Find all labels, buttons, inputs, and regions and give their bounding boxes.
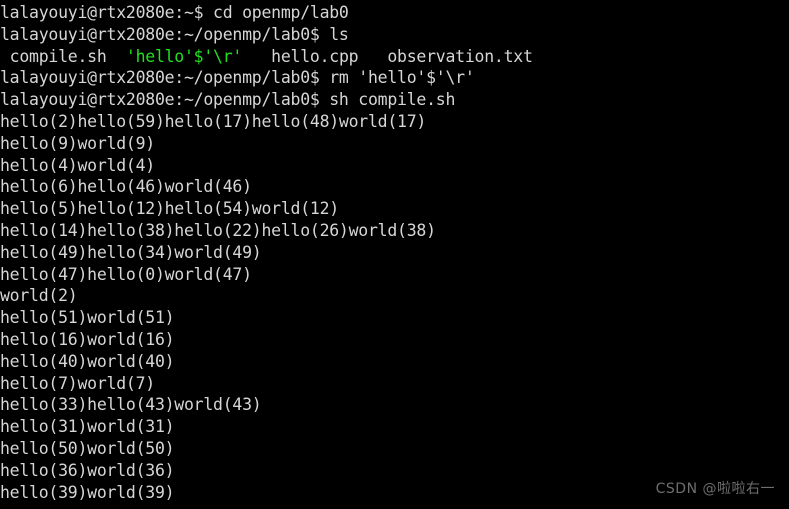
csdn-watermark: CSDN @啦啦右一 <box>655 481 775 498</box>
terminal-line-text: hello(16)world(16) <box>0 329 175 349</box>
terminal-line: compile.sh 'hello'$'\r' hello.cpp observ… <box>0 46 789 68</box>
terminal-line: hello(33)hello(43)world(43) <box>0 394 789 416</box>
terminal-line: hello(50)world(50) <box>0 438 789 460</box>
terminal-line: world(2) <box>0 285 789 307</box>
terminal-line: hello(40)world(40) <box>0 351 789 373</box>
terminal-line: hello(6)hello(46)world(46) <box>0 176 789 198</box>
terminal-line: hello(47)hello(0)world(47) <box>0 264 789 286</box>
terminal-line-text: world(2) <box>0 286 78 306</box>
terminal-line: hello(31)world(31) <box>0 416 789 438</box>
terminal-line-text: hello(39)world(39) <box>0 482 175 502</box>
terminal-line: hello(51)world(51) <box>0 307 789 329</box>
terminal-screen[interactable]: lalayouyi@rtx2080e:~$ cd openmp/lab0 lala… <box>0 2 789 503</box>
terminal-line: lalayouyi@rtx2080e:~/openmp/lab0$ sh com… <box>0 89 789 111</box>
terminal-line: hello(9)world(9) <box>0 133 789 155</box>
terminal-line-text: hello(47)hello(0)world(47) <box>0 264 252 284</box>
terminal-line: hello(14)hello(38)hello(22)hello(26)worl… <box>0 220 789 242</box>
terminal-line: hello(7)world(7) <box>0 373 789 395</box>
terminal-line-text: hello(6)hello(46)world(46) <box>0 177 252 197</box>
terminal-line-text: lalayouyi@rtx2080e:~/openmp/lab0$ sh com… <box>0 90 456 110</box>
terminal-line-segment: 'hello'$'\r' <box>125 46 243 66</box>
terminal-line-text: hello(7)world(7) <box>0 373 155 393</box>
terminal-line: hello(5)hello(12)hello(54)world(12) <box>0 198 789 220</box>
terminal-line-text: hello(50)world(50) <box>0 438 175 458</box>
terminal-line-text: hello(33)hello(43)world(43) <box>0 395 262 415</box>
terminal-line-text: lalayouyi@rtx2080e:~/openmp/lab0$ rm 'he… <box>0 68 475 88</box>
terminal-line-text: hello(9)world(9) <box>0 133 155 153</box>
terminal-line-text: lalayouyi@rtx2080e:~/openmp/lab0$ ls <box>0 24 349 44</box>
terminal-line-text: hello(49)hello(34)world(49) <box>0 242 262 262</box>
terminal-line: hello(49)hello(34)world(49) <box>0 242 789 264</box>
terminal-line: hello(2)hello(59)hello(17)hello(48)world… <box>0 111 789 133</box>
terminal-line-text: hello(31)world(31) <box>0 417 175 437</box>
terminal-line: lalayouyi@rtx2080e:~$ cd openmp/lab0 <box>0 2 789 24</box>
terminal-window[interactable]: lalayouyi@rtx2080e:~$ cd openmp/lab0 lala… <box>0 0 789 509</box>
terminal-line-text: hello(14)hello(38)hello(22)hello(26)worl… <box>0 220 436 240</box>
terminal-line-text: hello(5)hello(12)hello(54)world(12) <box>0 199 339 219</box>
terminal-line-text: hello(4)world(4) <box>0 155 155 175</box>
terminal-line: lalayouyi@rtx2080e:~/openmp/lab0$ ls <box>0 24 789 46</box>
terminal-line: lalayouyi@rtx2080e:~/openmp/lab0$ rm 'he… <box>0 67 789 89</box>
terminal-line-segment: hello.cpp observation.txt <box>242 46 533 66</box>
terminal-line-text: lalayouyi@rtx2080e:~$ cd openmp/lab0 <box>0 3 349 22</box>
terminal-line-text: hello(40)world(40) <box>0 351 175 371</box>
terminal-line-segment: compile.sh <box>0 46 126 66</box>
terminal-line: hello(16)world(16) <box>0 329 789 351</box>
terminal-line-text: hello(51)world(51) <box>0 308 175 328</box>
terminal-line: hello(4)world(4) <box>0 155 789 177</box>
terminal-line-text: hello(2)hello(59)hello(17)hello(48)world… <box>0 111 427 131</box>
terminal-line-text: hello(36)world(36) <box>0 460 175 480</box>
